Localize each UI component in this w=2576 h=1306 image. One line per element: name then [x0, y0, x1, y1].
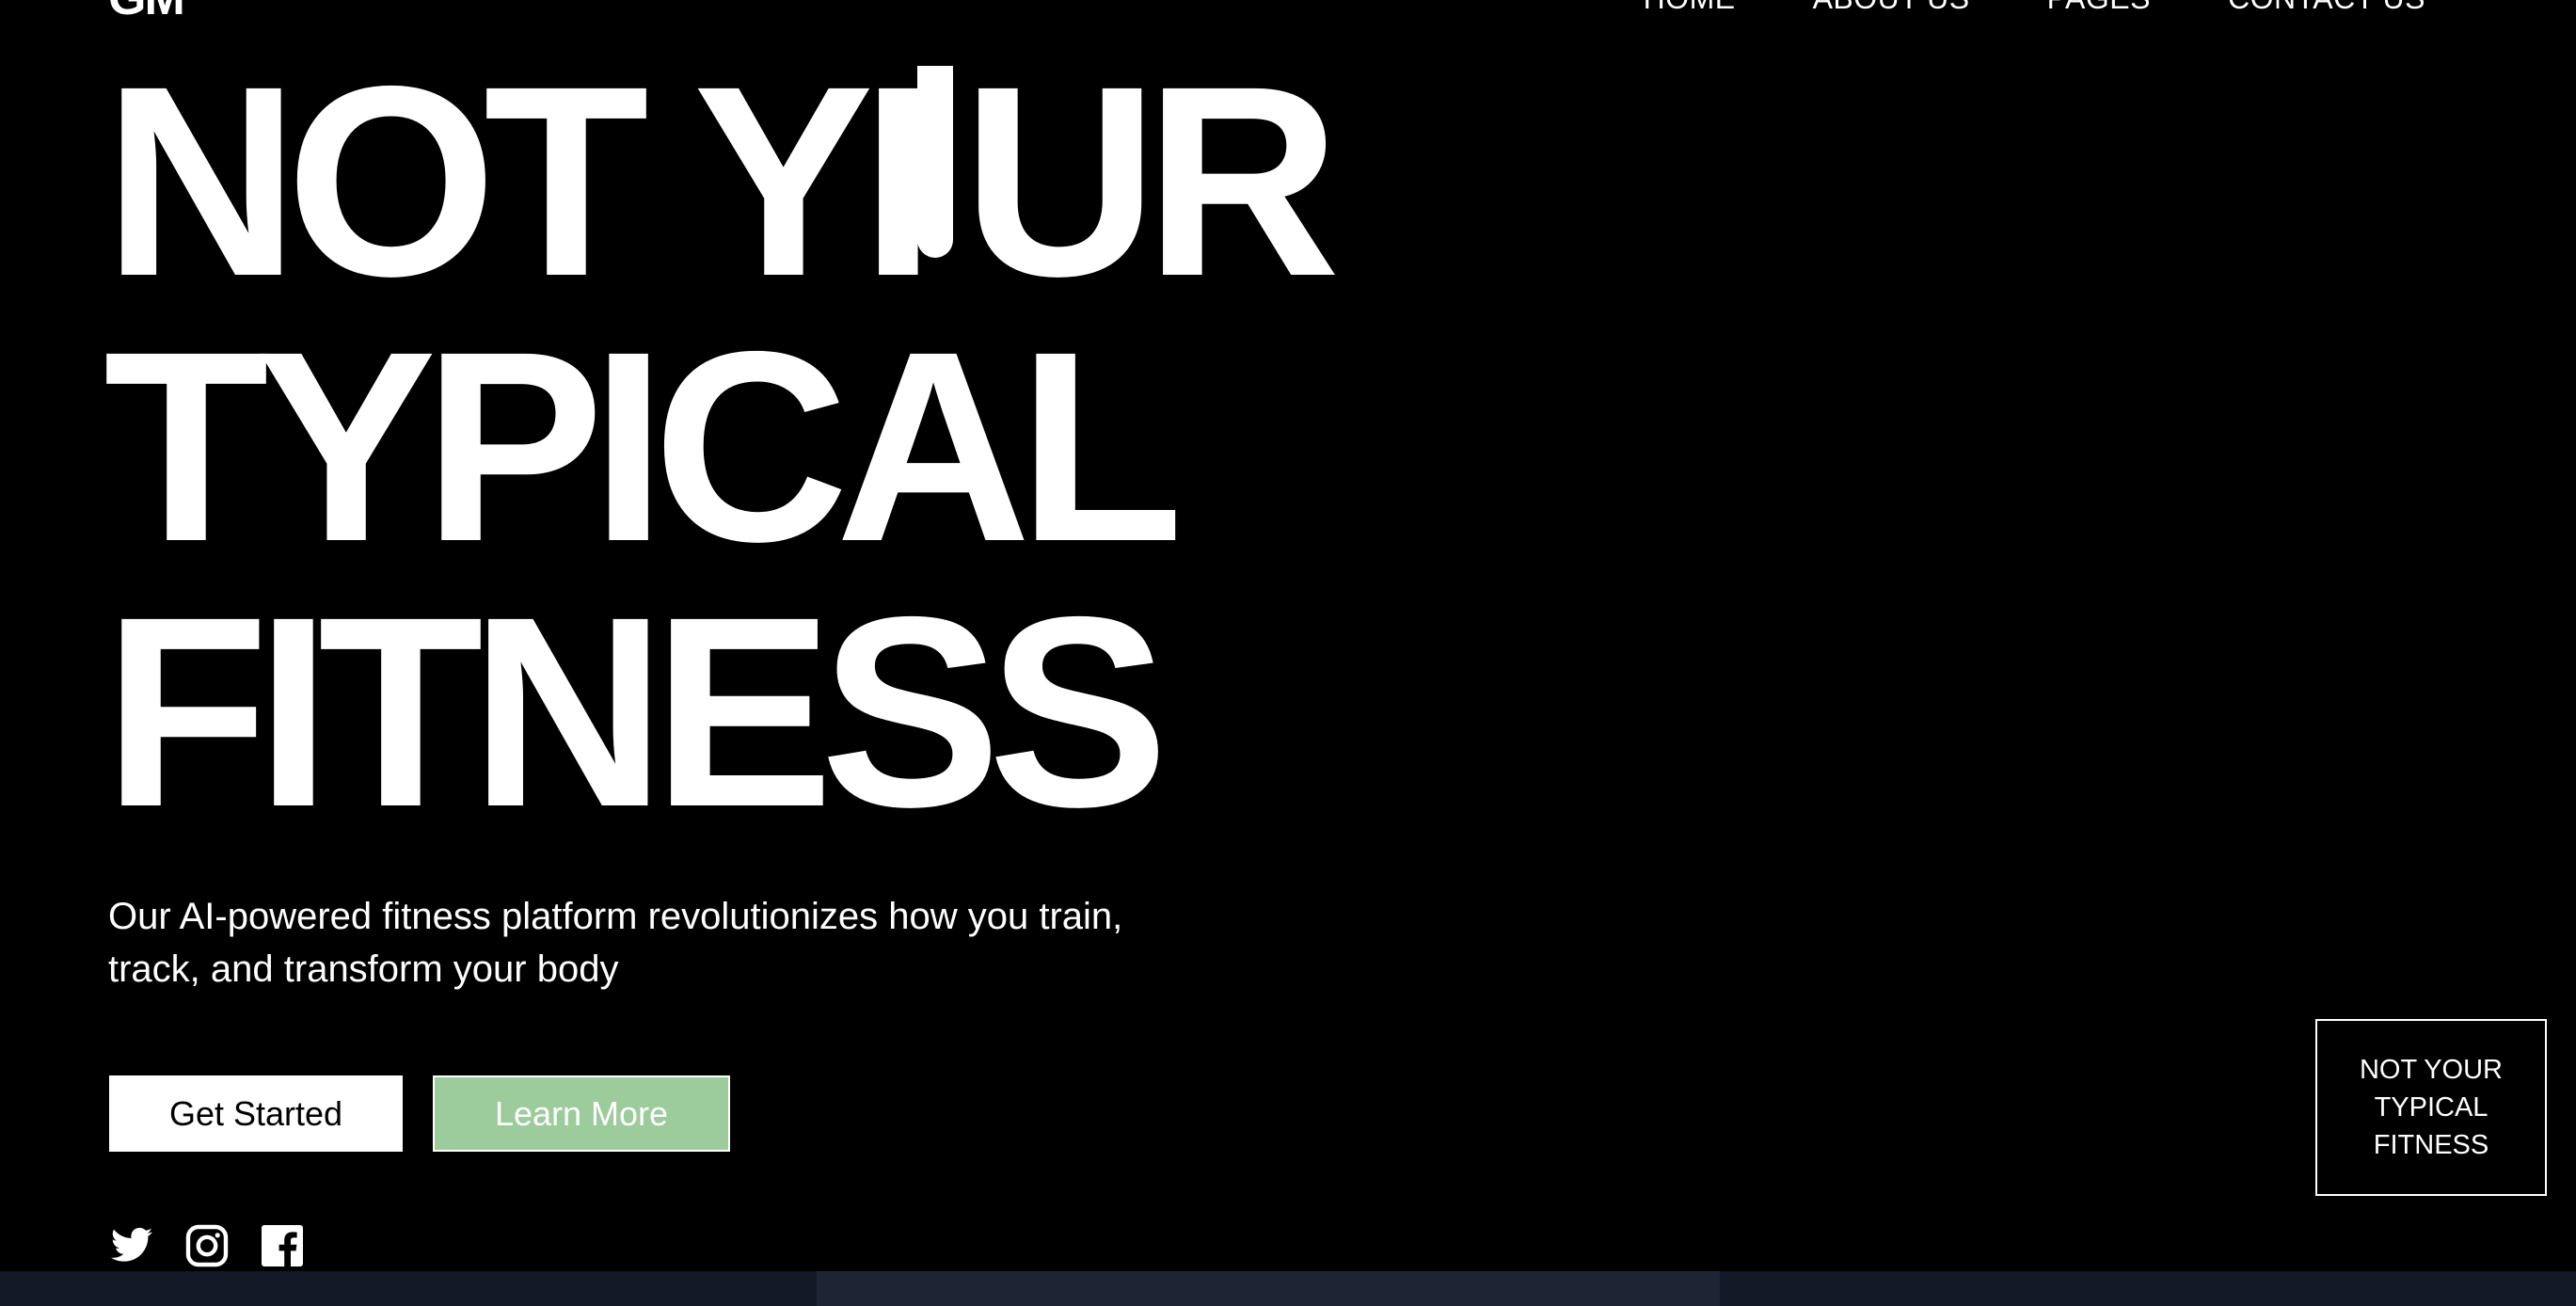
- hero-title-line-3: FITNESS: [103, 561, 1169, 865]
- get-started-button[interactable]: Get Started: [109, 1075, 403, 1152]
- nav-pages[interactable]: PAGES: [2047, 0, 2151, 13]
- twitter-link[interactable]: [109, 1223, 154, 1268]
- nav-about-us[interactable]: ABOUT US: [1813, 0, 1970, 13]
- hero-title-line-1: NOT YI UR: [103, 46, 1341, 317]
- main-nav: HOME ABOUT US PAGES CONTACT US: [1644, 0, 2425, 13]
- text-cursor-icon: [916, 66, 953, 258]
- learn-more-button[interactable]: Learn More: [433, 1075, 730, 1152]
- next-section-preview-center: [817, 1271, 1720, 1306]
- facebook-icon: [262, 1225, 303, 1266]
- hero-title-line-2: TYPICAL: [103, 295, 1184, 599]
- facebook-link[interactable]: [260, 1223, 305, 1268]
- twitter-icon: [111, 1227, 152, 1262]
- next-section-preview: [0, 1271, 2576, 1306]
- brand-logo[interactable]: GM: [108, 0, 185, 23]
- hero-title-line-1-end: UR: [962, 30, 1341, 333]
- hero-title-line-1-start: NOT YI: [103, 30, 936, 333]
- nav-home[interactable]: HOME: [1644, 0, 1736, 13]
- social-links: [109, 1223, 305, 1268]
- instagram-link[interactable]: [184, 1223, 230, 1268]
- instagram-icon: [185, 1224, 229, 1267]
- hero-title: NOT YI UR TYPICAL FITNESS: [103, 46, 1341, 865]
- nav-contact-us[interactable]: CONTACT US: [2228, 0, 2425, 13]
- tagline-badge: NOT YOUR TYPICAL FITNESS: [2315, 1019, 2547, 1196]
- hero-subtitle: Our AI-powered fitness platform revoluti…: [108, 896, 1123, 990]
